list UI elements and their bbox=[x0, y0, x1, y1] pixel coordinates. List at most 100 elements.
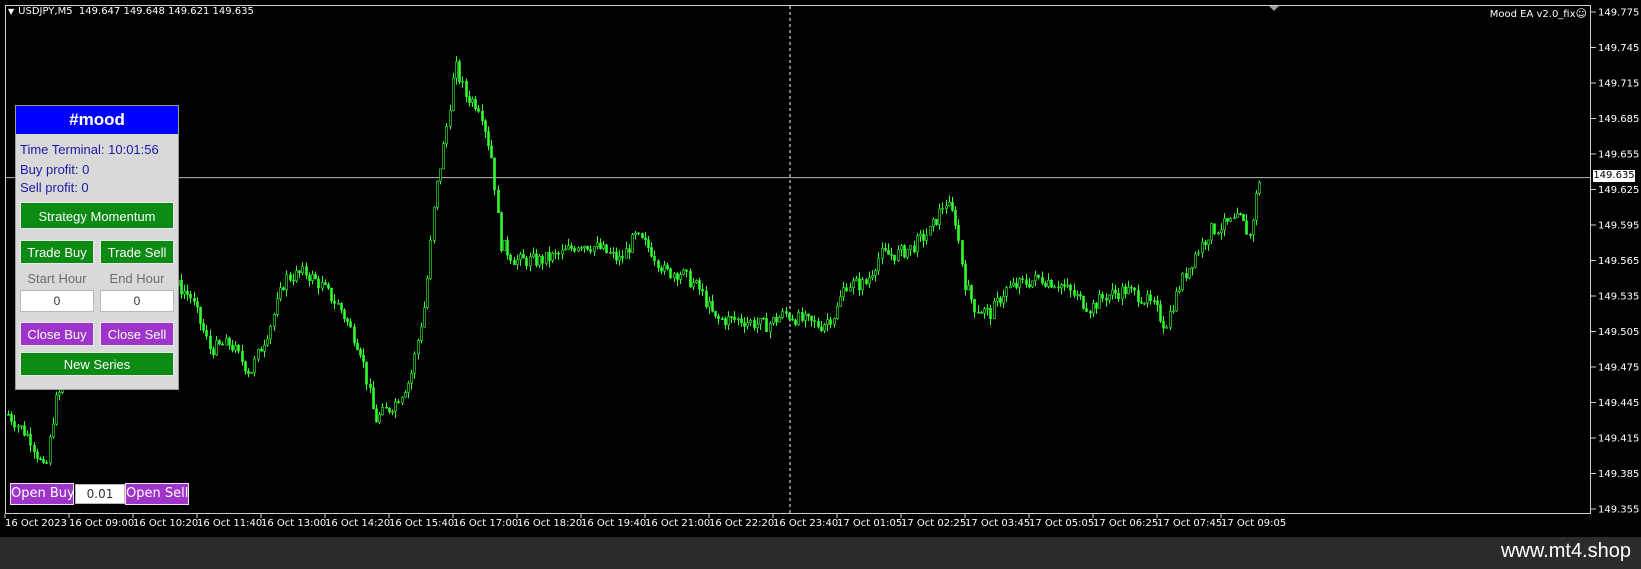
candle-body bbox=[826, 319, 829, 325]
candle-body bbox=[231, 344, 234, 351]
candle-body bbox=[657, 260, 660, 269]
candle-body bbox=[509, 254, 512, 261]
candle-body bbox=[641, 233, 644, 239]
candle-body bbox=[676, 273, 679, 280]
candle-body bbox=[1207, 239, 1210, 245]
price-chart[interactable]: 149.775 149.745 149.715 149.685 149.655 149.6… bbox=[0, 0, 1641, 537]
open-sell-button[interactable]: Open Sell bbox=[125, 483, 189, 505]
candle-body bbox=[311, 274, 314, 281]
candle-body bbox=[909, 245, 912, 250]
candle-body bbox=[305, 266, 308, 276]
price-axis-label: 149.535 bbox=[1598, 292, 1639, 303]
candle-body bbox=[250, 372, 253, 374]
candle-body bbox=[436, 180, 439, 208]
trade-buy-button[interactable]: Trade Buy bbox=[20, 240, 94, 264]
start-hour-input[interactable]: 0 bbox=[20, 290, 94, 312]
candle-body bbox=[666, 264, 669, 269]
candle-body bbox=[618, 256, 621, 261]
chart-area[interactable]: 149.775 149.745 149.715 149.685 149.655 149.6… bbox=[0, 0, 1641, 537]
candle-body bbox=[273, 314, 276, 327]
candle-body bbox=[26, 433, 29, 436]
candle-body bbox=[625, 248, 628, 259]
price-axis-label: 149.775 bbox=[1598, 8, 1639, 19]
candle-body bbox=[1143, 302, 1146, 305]
candle-body bbox=[589, 249, 592, 252]
candle-body bbox=[1204, 241, 1207, 245]
candle-body bbox=[874, 270, 877, 276]
candle-body bbox=[586, 245, 589, 250]
time-axis-label: 16 Oct 14:20 bbox=[325, 518, 390, 529]
candle-body bbox=[1050, 279, 1053, 288]
price-axis-label: 149.505 bbox=[1598, 327, 1639, 338]
candle-body bbox=[1057, 286, 1060, 289]
candle-body bbox=[298, 270, 301, 274]
candle-body bbox=[839, 296, 842, 307]
candle-body bbox=[308, 274, 311, 281]
candle-body bbox=[890, 254, 893, 256]
close-buy-button[interactable]: Close Buy bbox=[20, 322, 94, 346]
candle-body bbox=[1239, 213, 1242, 215]
lot-size-input[interactable]: 0.01 bbox=[75, 484, 125, 504]
candle-body bbox=[439, 168, 442, 182]
price-axis-label: 149.745 bbox=[1598, 43, 1639, 54]
candle-body bbox=[801, 312, 804, 321]
close-sell-button[interactable]: Close Sell bbox=[100, 322, 174, 346]
candle-body bbox=[541, 255, 544, 264]
candle-body bbox=[865, 279, 868, 284]
time-terminal: Time Terminal: 10:01:56 bbox=[20, 142, 159, 157]
candle-body bbox=[1005, 287, 1008, 297]
candle-body bbox=[1108, 294, 1111, 301]
candle-body bbox=[1236, 213, 1239, 219]
time-axis-label: 16 Oct 11:40 bbox=[197, 518, 262, 529]
candle-body bbox=[679, 274, 682, 280]
trade-sell-button[interactable]: Trade Sell bbox=[100, 240, 174, 264]
candle-body bbox=[378, 414, 381, 423]
price-axis-label: 149.355 bbox=[1598, 505, 1639, 516]
candle-body bbox=[1191, 266, 1194, 269]
candle-body bbox=[487, 131, 490, 147]
candle-body bbox=[621, 256, 624, 259]
strategy-momentum-button[interactable]: Strategy Momentum bbox=[20, 202, 174, 229]
collapse-triangle-icon[interactable]: ▼ bbox=[8, 7, 14, 16]
price-axis-label: 149.475 bbox=[1598, 363, 1639, 374]
candle-body bbox=[1178, 289, 1181, 292]
candle-body bbox=[1089, 311, 1092, 314]
candle-body bbox=[964, 263, 967, 291]
candle-body bbox=[596, 242, 599, 247]
candle-body bbox=[1197, 252, 1200, 255]
end-hour-input[interactable]: 0 bbox=[100, 290, 174, 312]
candle-body bbox=[17, 425, 20, 428]
candle-body bbox=[653, 256, 656, 262]
candle-body bbox=[317, 278, 320, 289]
candle-body bbox=[695, 280, 698, 283]
candle-body bbox=[39, 458, 42, 460]
open-buy-button[interactable]: Open Buy bbox=[10, 483, 75, 505]
candle-body bbox=[218, 340, 221, 345]
candle-body bbox=[1092, 303, 1095, 314]
candle-body bbox=[346, 318, 349, 323]
candle-body bbox=[1034, 274, 1037, 282]
candle-body bbox=[500, 212, 503, 251]
candle-body bbox=[797, 312, 800, 325]
symbol-info: ▼ USDJPY,M5 149.647 149.648 149.621 149.6… bbox=[8, 6, 254, 17]
time-axis-label: 17 Oct 02:25 bbox=[901, 518, 966, 529]
candle-body bbox=[189, 294, 192, 299]
candle-body bbox=[829, 319, 832, 325]
candle-body bbox=[215, 340, 218, 356]
candle-body bbox=[221, 343, 224, 346]
candle-body bbox=[282, 287, 285, 291]
price-axis-label: 149.385 bbox=[1598, 469, 1639, 480]
candle-body bbox=[941, 208, 944, 210]
candle-body bbox=[1146, 294, 1149, 304]
time-axis-label: 16 Oct 15:40 bbox=[389, 518, 454, 529]
candle-body bbox=[967, 285, 970, 291]
candle-body bbox=[842, 287, 845, 298]
candle-body bbox=[497, 189, 500, 213]
candle-body bbox=[682, 269, 685, 275]
candle-body bbox=[1015, 282, 1018, 288]
new-series-button[interactable]: New Series bbox=[20, 352, 174, 376]
candle-body bbox=[922, 233, 925, 241]
smiley-icon[interactable]: ☺ bbox=[1576, 7, 1587, 20]
candle-body bbox=[433, 206, 436, 241]
candle-body bbox=[394, 401, 397, 412]
